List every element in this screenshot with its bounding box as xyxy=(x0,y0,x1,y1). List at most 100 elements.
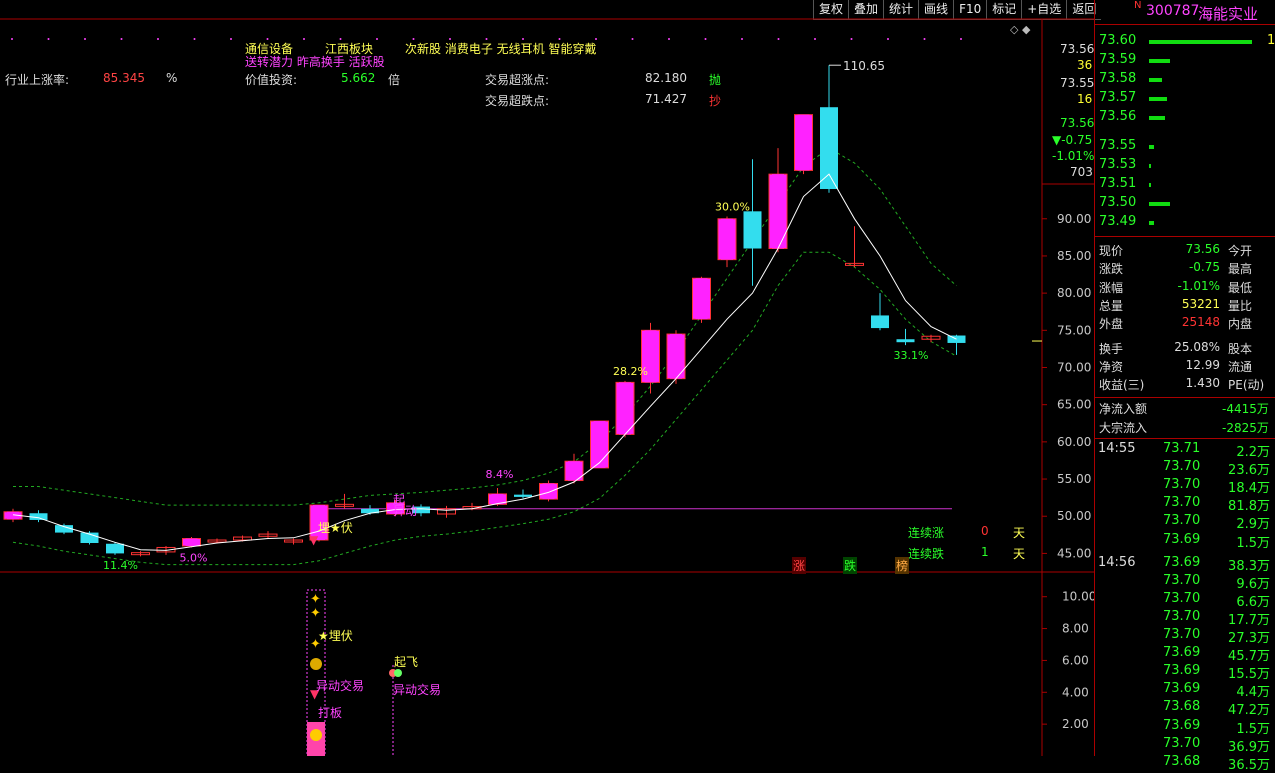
tick-volume: 1.5万 xyxy=(1236,535,1270,551)
orderbook-bar xyxy=(1149,40,1252,44)
quote-label-2: 最低 xyxy=(1228,280,1253,295)
tick-row[interactable]: 73.69 45.7万 xyxy=(1095,645,1275,664)
tag-die[interactable]: 跌 xyxy=(843,557,858,574)
tick-row[interactable]: 73.70 2.9万 xyxy=(1095,513,1275,533)
orderbook-bar xyxy=(1149,183,1151,187)
candle-up-body xyxy=(568,461,580,481)
butterfly-icon: ✦ xyxy=(310,592,321,607)
ytick-label: 50.00 xyxy=(1057,509,1091,523)
industry-rise-value: 85.345 xyxy=(103,71,145,85)
gold-ball-icon xyxy=(310,729,322,741)
tick-row[interactable]: 73.70 18.4万 xyxy=(1095,477,1275,497)
orderbook-bar xyxy=(1149,116,1165,120)
tick-row[interactable]: 73.68 47.2万 xyxy=(1095,699,1275,718)
axis-ask-vol: 36 xyxy=(1077,58,1093,72)
feature-tags: 送转潜力 昨高换手 活跃股 xyxy=(245,55,385,69)
tick-volume: 38.3万 xyxy=(1228,558,1270,574)
orderbook-row: 73.58 xyxy=(1095,71,1275,89)
pct-annotation: 30.0% xyxy=(715,201,750,214)
marker-dot xyxy=(11,38,13,40)
industry-rise-label: 行业上涨率: xyxy=(5,73,70,87)
axis-cur-price: 73.56 xyxy=(1060,116,1095,130)
tick-row[interactable]: 73.69 4.4万 xyxy=(1095,681,1275,700)
marker-dot xyxy=(303,38,305,40)
candle-down xyxy=(820,107,838,190)
over-rise-tag: 抛 xyxy=(709,73,722,87)
flow-label: 大宗流入 xyxy=(1099,421,1148,435)
ytick-label: 60.00 xyxy=(1057,435,1091,449)
tick-row[interactable]: 14:56 73.69 38.3万 xyxy=(1095,554,1275,574)
yidong-signal: 异动 xyxy=(393,504,418,518)
high-label: 110.65 xyxy=(843,59,885,73)
tick-volume: 15.5万 xyxy=(1228,667,1270,683)
quote-label-2: 内盘 xyxy=(1228,317,1253,332)
tick-row[interactable]: 73.70 17.7万 xyxy=(1095,609,1275,628)
tag-bang[interactable]: 榜 xyxy=(895,557,910,574)
lower-band-line xyxy=(12,251,957,566)
tick-volume: 36.9万 xyxy=(1228,739,1270,755)
candle-up-body xyxy=(542,483,555,500)
sub-maifu: ★埋伏 xyxy=(318,629,353,643)
tick-row[interactable]: 73.70 6.6万 xyxy=(1095,591,1275,610)
quote-label-2: 股本 xyxy=(1228,341,1253,356)
tick-row[interactable]: 73.68 36.5万 xyxy=(1095,754,1275,773)
tick-price: 73.70 xyxy=(1163,627,1201,642)
quote-label-2: 流通 xyxy=(1228,359,1253,374)
sub-ytick-label: 2.00 xyxy=(1062,717,1089,731)
quote-panel: N 300787 海能实业 73.60 15 73.59 73.58 73.57 73.5… xyxy=(1094,0,1275,773)
orderbook-price: 73.53 xyxy=(1099,157,1137,172)
marker-dot xyxy=(777,38,780,40)
tick-time: 14:55 xyxy=(1098,441,1136,456)
tick-row[interactable]: 14:55 73.71 2.2万 xyxy=(1095,441,1275,460)
tick-row[interactable]: 73.70 36.9万 xyxy=(1095,736,1275,755)
concept-tags[interactable]: 次新股 消费电子 无线耳机 智能穿戴 xyxy=(405,40,596,57)
candle-down xyxy=(896,339,915,343)
quote-value: 25.08% xyxy=(1174,339,1220,354)
quote-value: 1.430 xyxy=(1185,376,1220,391)
tag-zhang[interactable]: 涨 xyxy=(792,557,807,574)
tick-volume: 2.9万 xyxy=(1236,517,1270,533)
marker-dot xyxy=(376,38,378,40)
orderbook-bar xyxy=(1149,59,1170,63)
orderbook-row: 73.55 xyxy=(1095,138,1275,156)
quote-label: 外盘 xyxy=(1099,317,1124,332)
upper-band-line xyxy=(13,147,957,506)
marker-dot xyxy=(850,38,853,40)
tick-price: 73.69 xyxy=(1163,681,1201,697)
cont-up-value: 0 xyxy=(981,524,989,538)
value-invest-label: 价值投资: xyxy=(245,73,298,87)
ytick-label: 65.00 xyxy=(1057,398,1091,412)
pct-annotation: 28.2% xyxy=(613,365,648,378)
diamond-icon[interactable]: ◇ ◆ xyxy=(1010,23,1030,36)
axis-vol: 703 xyxy=(1070,165,1093,179)
cont-down-label: 连续跌 xyxy=(908,547,945,561)
tick-row[interactable]: 73.70 81.8万 xyxy=(1095,495,1275,514)
marker-dot xyxy=(193,38,196,40)
tick-row[interactable]: 73.69 1.5万 xyxy=(1095,718,1275,737)
tick-row[interactable]: 73.69 15.5万 xyxy=(1095,663,1275,683)
kline-chart[interactable]: 11.4% 5.0% 8.4% 28.2% 30.0% 33.1% 110.65 90.00… xyxy=(0,0,1094,756)
orderbook-vol: 15 xyxy=(1267,33,1275,48)
candle-up-body xyxy=(593,421,606,468)
orderbook-bar xyxy=(1149,164,1151,168)
tick-row[interactable]: 73.70 23.6万 xyxy=(1095,459,1275,478)
diamond-signal-icon: ▼ xyxy=(309,533,319,547)
tick-row[interactable]: 73.70 9.6万 xyxy=(1095,573,1275,592)
candle-up-body xyxy=(185,538,198,546)
axis-bid-price: 73.55 xyxy=(1060,76,1095,90)
over-fall-tag: 抄 xyxy=(709,94,722,108)
quote-label: 涨跌 xyxy=(1099,262,1124,277)
tick-volume: 17.7万 xyxy=(1228,612,1270,628)
tick-row[interactable]: 73.70 27.3万 xyxy=(1095,627,1275,646)
cont-up-unit: 天 xyxy=(1013,526,1026,540)
orderbook-price: 73.49 xyxy=(1099,214,1137,229)
tick-volume: 18.4万 xyxy=(1228,481,1270,497)
tick-price: 73.69 xyxy=(1163,554,1201,570)
stock-name: 海能实业 xyxy=(1198,5,1259,23)
candle-up-body xyxy=(797,114,810,171)
orderbook-price: 73.51 xyxy=(1099,176,1137,191)
tick-row[interactable]: 73.69 1.5万 xyxy=(1095,532,1275,551)
quote-label: 现价 xyxy=(1099,244,1124,258)
marker-dot xyxy=(668,38,670,40)
flow-value: -2825万 xyxy=(1222,421,1269,435)
